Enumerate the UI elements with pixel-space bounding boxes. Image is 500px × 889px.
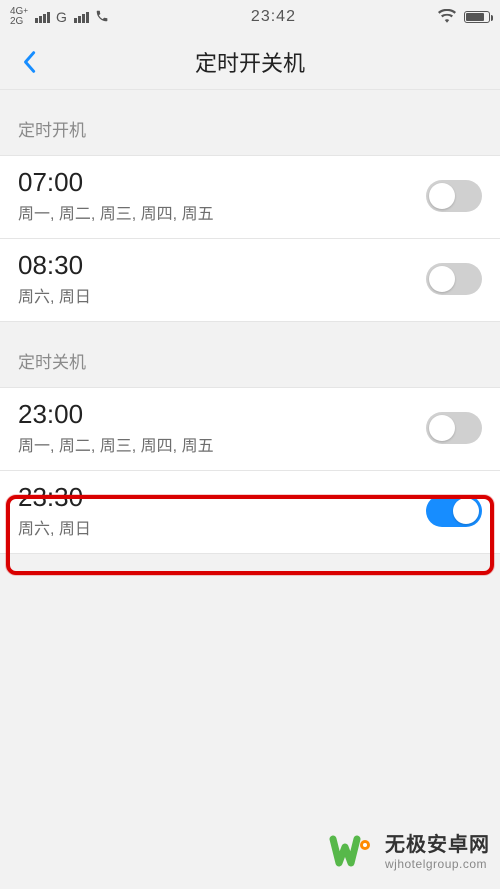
status-left: 4G+ 2G G: [10, 7, 109, 27]
schedule-time: 08:30: [18, 251, 426, 281]
back-button[interactable]: [14, 47, 44, 77]
schedule-time: 23:00: [18, 400, 426, 430]
schedule-days: 周六, 周日: [18, 515, 426, 539]
section-header: 定时关机: [0, 322, 500, 387]
chevron-left-icon: [22, 50, 36, 74]
schedule-row[interactable]: 23:00 周一, 周二, 周三, 周四, 周五: [0, 387, 500, 470]
schedule-days: 周一, 周二, 周三, 周四, 周五: [18, 200, 426, 224]
schedule-toggle[interactable]: [426, 495, 482, 527]
watermark-sub: wjhotelgroup.com: [385, 857, 490, 871]
section-power-on: 定时开机 07:00 周一, 周二, 周三, 周四, 周五 08:30 周六, …: [0, 90, 500, 322]
schedule-row[interactable]: 23:30 周六, 周日: [0, 470, 500, 554]
wifi-icon: [438, 9, 456, 26]
schedule-toggle[interactable]: [426, 180, 482, 212]
signal-bars-2-icon: [74, 12, 89, 23]
net-secondary-label: G: [56, 9, 67, 25]
schedule-row[interactable]: 08:30 周六, 周日: [0, 238, 500, 322]
nav-bar: 定时开关机: [0, 34, 500, 90]
page-title: 定时开关机: [195, 46, 305, 78]
schedule-toggle[interactable]: [426, 412, 482, 444]
section-header: 定时开机: [0, 90, 500, 155]
net2-label: 2G: [10, 17, 28, 27]
signal-bars-1-icon: [35, 12, 50, 23]
status-time: 23:42: [251, 8, 296, 26]
schedule-row[interactable]: 07:00 周一, 周二, 周三, 周四, 周五: [0, 155, 500, 238]
battery-icon: [464, 11, 490, 23]
status-right: [438, 9, 490, 26]
schedule-days: 周一, 周二, 周三, 周四, 周五: [18, 432, 426, 456]
status-bar: 4G+ 2G G 23:42: [0, 0, 500, 34]
section-power-off: 定时关机 23:00 周一, 周二, 周三, 周四, 周五 23:30 周六, …: [0, 322, 500, 554]
schedule-toggle[interactable]: [426, 263, 482, 295]
phone-icon: [95, 9, 109, 26]
schedule-days: 周六, 周日: [18, 283, 426, 307]
watermark-title: 无极安卓网: [385, 833, 490, 857]
schedule-time: 23:30: [18, 483, 426, 513]
watermark: 无极安卓网 wjhotelgroup.com: [329, 829, 490, 875]
watermark-logo-icon: [329, 829, 375, 875]
schedule-time: 07:00: [18, 168, 426, 198]
network-stack: 4G+ 2G: [10, 7, 28, 27]
